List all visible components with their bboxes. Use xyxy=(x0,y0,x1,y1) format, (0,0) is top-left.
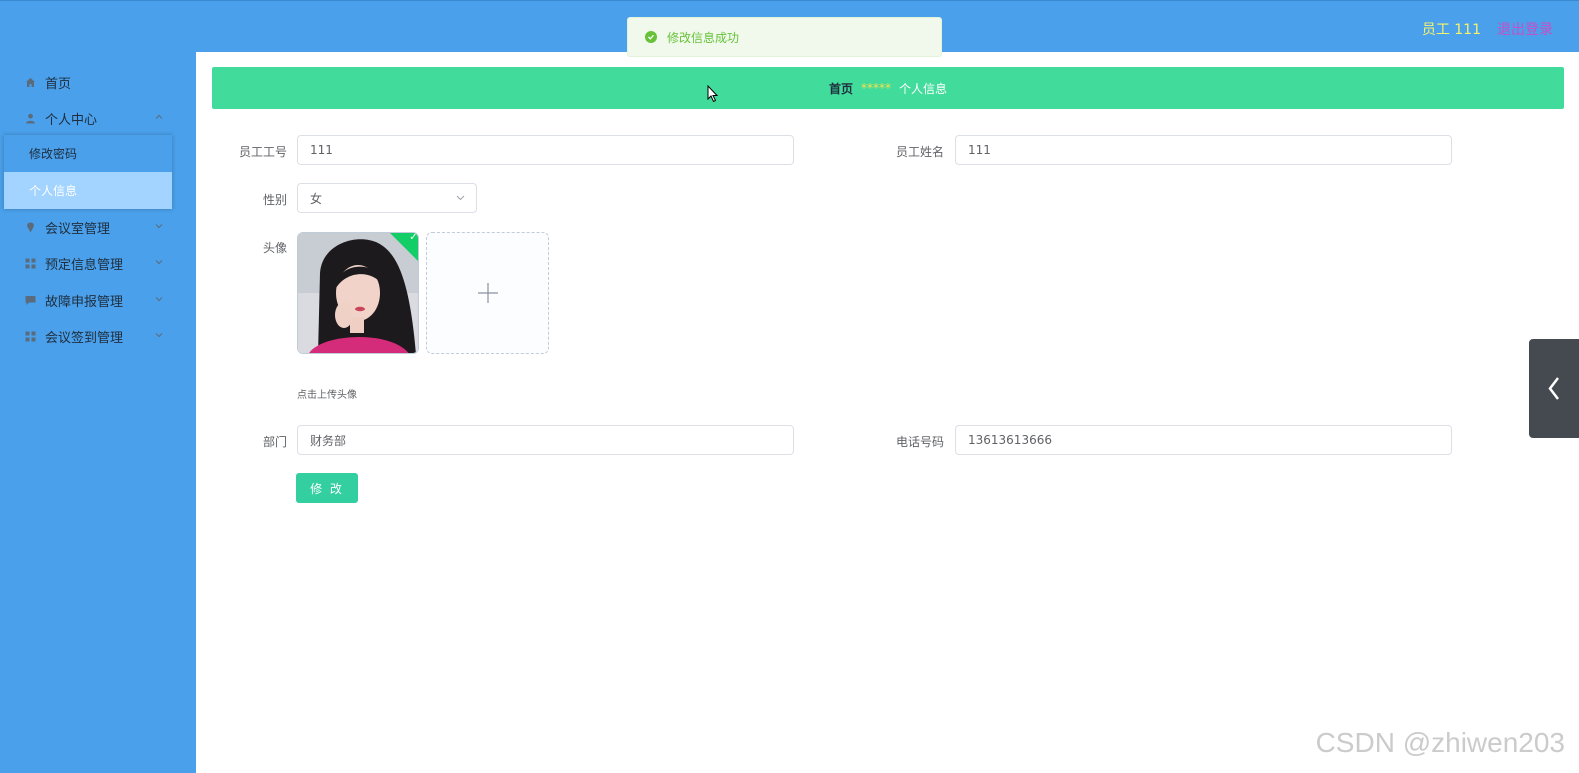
watermark: CSDN @zhiwen203 xyxy=(1315,727,1565,758)
user-icon xyxy=(24,112,36,124)
sidebar-item-checkin[interactable]: 会议签到管理 xyxy=(0,318,196,354)
avatar-label: 头像 xyxy=(262,241,287,255)
pin-icon xyxy=(24,221,36,233)
chevron-down-icon xyxy=(154,293,164,308)
sidebar-item-label: 会议室管理 xyxy=(45,221,111,237)
breadcrumb: 首页 ***** 个人信息 xyxy=(212,67,1564,109)
sidebar-item-label: 个人中心 xyxy=(45,112,98,128)
gender-selected-value: 女 xyxy=(310,191,323,206)
avatar-image[interactable]: ✓ xyxy=(297,232,419,354)
sidebar-item-label: 会议签到管理 xyxy=(45,330,124,346)
sidebar: 首页 个人中心 修改密码 个人信息 会议室管理 预定信息管理 故障申报管理 会议… xyxy=(0,52,196,773)
gender-select[interactable]: 女 xyxy=(297,183,477,213)
chat-icon xyxy=(24,294,36,306)
grid-icon xyxy=(24,257,36,269)
sidebar-item-label: 预定信息管理 xyxy=(45,257,124,273)
breadcrumb-separator: ***** xyxy=(861,81,891,95)
department-input[interactable]: 财务部 xyxy=(297,425,794,455)
chevron-down-icon xyxy=(154,256,164,271)
phone-label: 电话号码 xyxy=(895,435,944,449)
logout-link[interactable]: 退出登录 xyxy=(1497,19,1553,39)
home-icon xyxy=(24,76,36,88)
gender-label: 性别 xyxy=(262,193,287,207)
avatar-upload-button[interactable] xyxy=(426,232,549,354)
personal-center-submenu: 修改密码 个人信息 xyxy=(4,135,172,209)
chevron-down-icon xyxy=(154,329,164,344)
chevron-down-icon xyxy=(455,192,466,206)
sidebar-item-booking[interactable]: 预定信息管理 xyxy=(0,245,196,281)
employee-name-input[interactable]: 111 xyxy=(955,135,1452,165)
department-label: 部门 xyxy=(262,435,287,449)
sidebar-item-label: 故障申报管理 xyxy=(45,294,124,310)
sidebar-subitem-change-password[interactable]: 修改密码 xyxy=(4,135,172,172)
sidebar-item-label: 首页 xyxy=(45,76,72,92)
sidebar-item-home[interactable]: 首页 xyxy=(0,64,196,100)
employee-no-label: 员工工号 xyxy=(238,145,287,159)
employee-no-input[interactable]: 111 xyxy=(297,135,794,165)
chevron-down-icon xyxy=(154,220,164,235)
current-user-label: 员工 111 xyxy=(1421,22,1481,38)
phone-input[interactable]: 13613613666 xyxy=(955,425,1452,455)
sidebar-subitem-personal-info[interactable]: 个人信息 xyxy=(4,172,172,209)
sidebar-item-fault-report[interactable]: 故障申报管理 xyxy=(0,282,196,318)
modify-button[interactable]: 修 改 xyxy=(296,473,358,503)
breadcrumb-current: 个人信息 xyxy=(899,81,948,96)
sidebar-item-meeting-room[interactable]: 会议室管理 xyxy=(0,209,196,245)
plus-icon xyxy=(477,283,498,303)
chevron-left-icon xyxy=(1548,377,1559,400)
chevron-up-icon xyxy=(154,111,164,126)
mouse-cursor-icon xyxy=(707,84,719,106)
sidebar-subitem-label: 修改密码 xyxy=(29,147,78,161)
avatar-portrait-image xyxy=(298,233,418,353)
breadcrumb-home[interactable]: 首页 xyxy=(829,80,853,97)
success-toast: 修改信息成功 xyxy=(627,17,942,57)
side-panel-toggle[interactable] xyxy=(1529,339,1579,438)
employee-name-label: 员工姓名 xyxy=(895,145,944,159)
avatar-upload-tip: 点击上传头像 xyxy=(297,390,357,401)
sidebar-subitem-label: 个人信息 xyxy=(29,184,78,198)
grid-icon xyxy=(24,330,36,342)
toast-message: 修改信息成功 xyxy=(667,30,740,45)
success-check-icon xyxy=(645,31,657,43)
sidebar-item-personal-center[interactable]: 个人中心 xyxy=(0,100,196,136)
